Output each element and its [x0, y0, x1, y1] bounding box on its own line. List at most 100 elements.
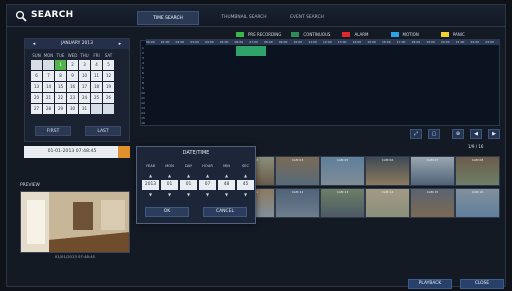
calendar-day[interactable]: 28: [43, 104, 54, 114]
thumbnail-caption: CAM 08: [471, 158, 484, 162]
thumbnail[interactable]: CAM 05: [320, 156, 365, 186]
decrement-icon[interactable]: ▼: [142, 192, 159, 198]
increment-icon[interactable]: ▲: [199, 173, 216, 179]
hour-label: 21:00: [455, 40, 465, 44]
thumbnail[interactable]: CAM 12: [275, 188, 320, 218]
first-button[interactable]: FIRST: [35, 126, 71, 136]
chevron-left-icon[interactable]: ◂: [29, 39, 39, 49]
last-button[interactable]: LAST: [85, 126, 121, 136]
calendar-day[interactable]: 16: [67, 82, 78, 92]
thumbnail[interactable]: CAM 15: [410, 188, 455, 218]
calendar-day[interactable]: 25: [91, 93, 102, 103]
legend-label: MOTION: [402, 32, 419, 37]
increment-icon[interactable]: ▲: [142, 173, 159, 179]
calendar-day[interactable]: 1: [55, 60, 66, 70]
close-button[interactable]: CLOSE: [460, 279, 504, 289]
legend-label: ALARM: [354, 32, 369, 37]
decrement-icon[interactable]: ▼: [237, 192, 254, 198]
thumbnail-caption: CAM 16: [471, 190, 484, 194]
calendar-day[interactable]: 12: [103, 71, 114, 81]
dialog-field-value[interactable]: 2013: [142, 180, 159, 190]
top-bar: SEARCH TIME SEARCH THUMBNAIL SEARCH EVEN…: [7, 5, 505, 27]
calendar-day[interactable]: 17: [79, 82, 90, 92]
thumbnail-caption: CAM 12: [291, 190, 304, 194]
playback-button[interactable]: PLAYBACK: [408, 279, 452, 289]
calendar-day[interactable]: 15: [55, 82, 66, 92]
zoom-in-icon[interactable]: ⊕: [452, 129, 464, 139]
calendar-day[interactable]: 29: [55, 104, 66, 114]
datetime-field[interactable]: 01-01-2013 07:48:45: [24, 146, 120, 158]
calendar-day[interactable]: 24: [79, 93, 90, 103]
thumbnail[interactable]: CAM 13: [320, 188, 365, 218]
dialog-field-value[interactable]: 48: [218, 180, 235, 190]
timeline-channel-labels: 1 2 3 4 5 6 7 8 9 10 11 12 13 14 15 16: [140, 46, 146, 126]
zoom-out-icon[interactable]: ⤢: [410, 129, 422, 139]
decrement-icon[interactable]: ▼: [218, 192, 235, 198]
hour-label: 19:00: [426, 40, 435, 44]
chevron-right-icon[interactable]: ▸: [115, 39, 125, 49]
calendar-day[interactable]: 20: [31, 93, 42, 103]
timeline-hour-labels: 00:00 01:00 02:00 03:00 04:00 05:00 06:00 07:00…: [146, 39, 500, 45]
calendar-day[interactable]: 18: [91, 82, 102, 92]
calendar-day[interactable]: 31: [79, 104, 90, 114]
dialog-field-value[interactable]: 07: [199, 180, 216, 190]
tab-time-search[interactable]: TIME SEARCH: [137, 11, 199, 25]
calendar-day[interactable]: 2: [67, 60, 78, 70]
increment-icon[interactable]: ▲: [180, 173, 197, 179]
increment-icon[interactable]: ▲: [161, 173, 178, 179]
cancel-button[interactable]: CANCEL: [203, 207, 247, 217]
thumbnail-caption: CAM 14: [381, 190, 394, 194]
calendar-day[interactable]: 10: [79, 71, 90, 81]
dialog-field-value[interactable]: 45: [237, 180, 254, 190]
calendar-day[interactable]: 7: [43, 71, 54, 81]
dialog-field-value[interactable]: 01: [180, 180, 197, 190]
thumbnail[interactable]: CAM 04: [275, 156, 320, 186]
calendar-day[interactable]: 9: [67, 71, 78, 81]
hour-label: 02:00: [175, 40, 185, 44]
calendar-day[interactable]: 26: [103, 93, 114, 103]
decrement-icon[interactable]: ▼: [161, 192, 178, 198]
thumbnail[interactable]: CAM 14: [365, 188, 410, 218]
thumbnail[interactable]: CAM 07: [410, 156, 455, 186]
calendar-day[interactable]: 30: [67, 104, 78, 114]
decrement-icon[interactable]: ▼: [199, 192, 216, 198]
tab-thumbnail-search[interactable]: THUMBNAIL SEARCH: [213, 11, 275, 25]
calendar-day[interactable]: 11: [91, 71, 102, 81]
calendar-day[interactable]: 6: [31, 71, 42, 81]
dialog-values: 2013 01 01 07 48 45: [142, 180, 254, 190]
calendar-day[interactable]: 3: [79, 60, 90, 70]
decrement-row: ▼ ▼ ▼ ▼ ▼ ▼: [142, 192, 254, 198]
dialog-field-value[interactable]: 01: [161, 180, 178, 190]
thumbnail[interactable]: CAM 08: [455, 156, 500, 186]
calendar-day[interactable]: 27: [31, 104, 42, 114]
next-icon[interactable]: ▶: [488, 129, 500, 139]
calendar-day[interactable]: 13: [31, 82, 42, 92]
thumbnail-caption: CAM 07: [426, 158, 439, 162]
calendar-day[interactable]: 5: [103, 60, 114, 70]
calendar-day[interactable]: 21: [43, 93, 54, 103]
recording-bar: [236, 51, 266, 56]
calendar-dow-label: MON: [43, 53, 54, 58]
decrement-icon[interactable]: ▼: [180, 192, 197, 198]
timeline[interactable]: [140, 40, 500, 126]
increment-icon[interactable]: ▲: [237, 173, 254, 179]
increment-icon[interactable]: ▲: [218, 173, 235, 179]
calendar-day[interactable]: 14: [43, 82, 54, 92]
thumbnail[interactable]: CAM 06: [365, 156, 410, 186]
calendar-day[interactable]: 22: [55, 93, 66, 103]
tab-event-search[interactable]: EVENT SEARCH: [279, 11, 335, 25]
calendar-dow-label: WED: [67, 53, 78, 58]
channel-label: 16: [141, 121, 145, 125]
calendar-day[interactable]: 23: [67, 93, 78, 103]
calendar-icon[interactable]: [118, 146, 130, 158]
preview-caption: 01/01/2013 07:48:45: [54, 254, 96, 259]
ok-button[interactable]: OK: [145, 207, 189, 217]
thumbnail[interactable]: CAM 16: [455, 188, 500, 218]
calendar-day[interactable]: 8: [55, 71, 66, 81]
calendar-day[interactable]: 4: [91, 60, 102, 70]
zoom-fit-icon[interactable]: ▢: [428, 129, 440, 139]
prev-icon[interactable]: ◀: [470, 129, 482, 139]
thumbnail-caption: CAM 15: [426, 190, 439, 194]
calendar-day[interactable]: 19: [103, 82, 114, 92]
dialog-field-label: SEC: [241, 164, 250, 168]
